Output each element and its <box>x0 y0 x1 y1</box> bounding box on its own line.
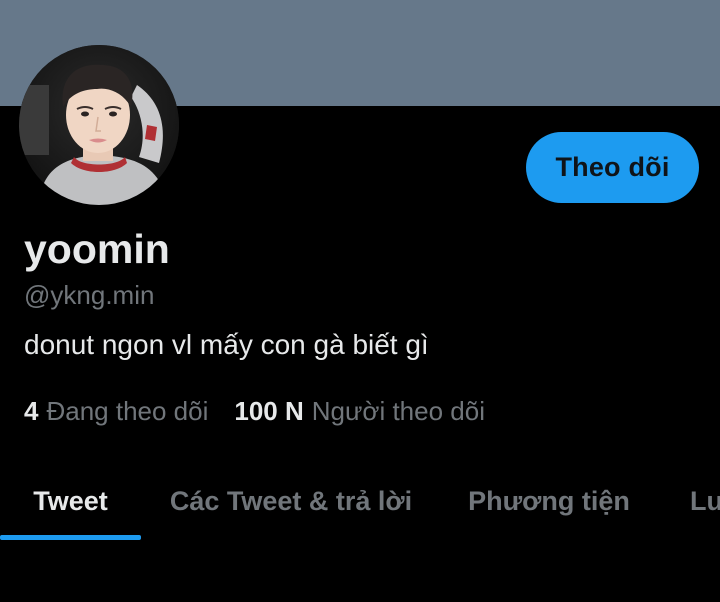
display-name: yoomin <box>24 226 170 272</box>
following-label: Đang theo dõi <box>46 396 209 426</box>
tab-tweets-and-replies[interactable]: Các Tweet & trả lời <box>160 460 422 542</box>
profile-handle: @ykng.min <box>24 280 155 310</box>
follow-stats: 4 Đang theo dõi 100 N Người theo dõi <box>24 396 485 427</box>
following-count: 4 <box>24 396 39 426</box>
tab-likes[interactable]: Lượt thích <box>690 460 720 542</box>
followers-stat[interactable]: 100 N Người theo dõi <box>234 396 485 427</box>
tab-media[interactable]: Phương tiện <box>460 460 638 542</box>
tab-tweets[interactable]: Tweet <box>0 460 141 542</box>
following-stat[interactable]: 4 Đang theo dõi <box>24 396 208 427</box>
avatar-photo <box>19 45 179 205</box>
followers-count: 100 N <box>234 396 304 426</box>
avatar[interactable] <box>19 45 179 205</box>
follow-button[interactable]: Theo dõi <box>526 132 699 203</box>
profile-tabs: Tweet Các Tweet & trả lời Phương tiện Lư… <box>0 460 720 542</box>
profile-page: Theo dõi yoomin @ykng.min donut ngon vl … <box>0 0 720 602</box>
active-tab-indicator <box>0 535 141 540</box>
profile-bio: donut ngon vl mấy con gà biết gì <box>24 329 429 360</box>
followers-label: Người theo dõi <box>311 396 485 426</box>
